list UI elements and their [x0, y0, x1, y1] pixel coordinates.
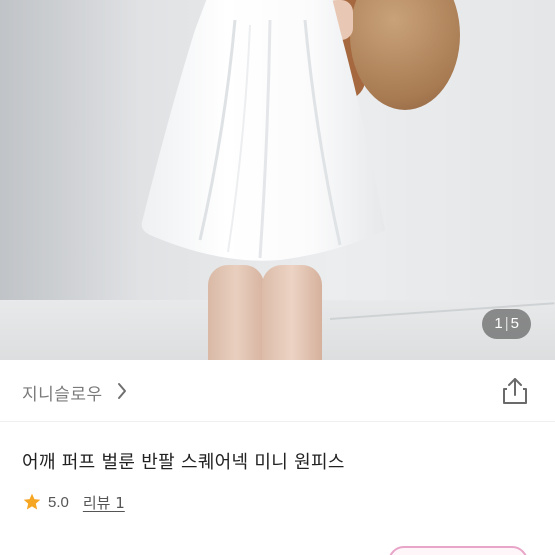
bottom-action-button[interactable]: [388, 546, 528, 555]
chevron-right-icon[interactable]: [116, 382, 128, 400]
rating-value: 5.0: [48, 493, 69, 511]
photo-white-dress: [141, 0, 385, 261]
photo-counter-total: 5: [510, 315, 519, 332]
shop-row[interactable]: 지니슬로우: [0, 360, 555, 422]
share-icon[interactable]: [501, 376, 529, 406]
review-count-link[interactable]: 리뷰 1: [83, 492, 125, 513]
star-icon: [23, 493, 41, 510]
photo-counter: 1 | 5: [482, 309, 531, 339]
shop-name[interactable]: 지니슬로우: [22, 380, 103, 405]
product-image[interactable]: 1 | 5: [0, 0, 555, 360]
photo-counter-current: 1: [494, 315, 503, 332]
product-title: 어깨 퍼프 벌룬 반팔 스퀘어넥 미니 원피스: [22, 452, 345, 473]
photo-counter-separator: |: [504, 315, 509, 332]
photo-leg-right: [262, 265, 322, 360]
product-rating: 5.0 리뷰 1: [22, 490, 125, 514]
photo-leg-left: [208, 265, 264, 360]
